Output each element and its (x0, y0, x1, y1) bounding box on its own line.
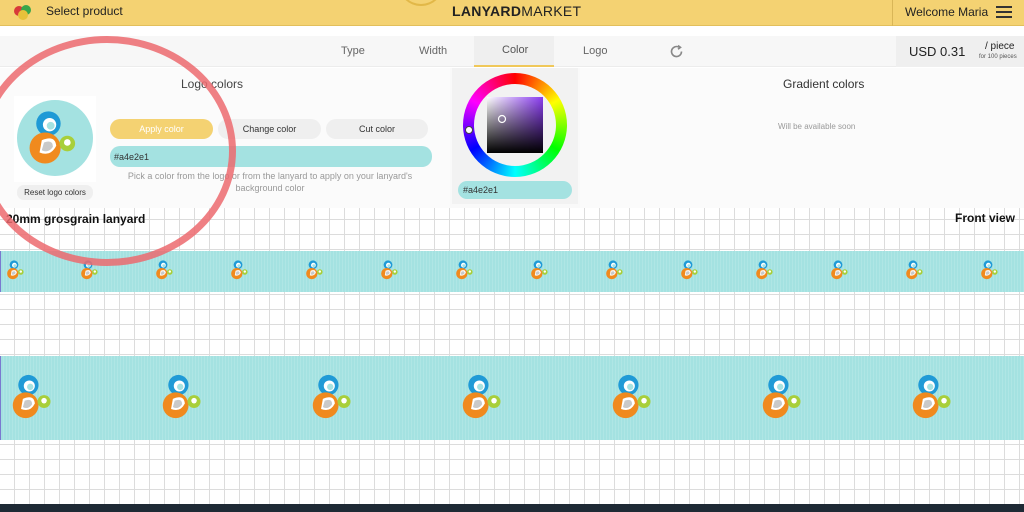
select-product-link[interactable]: Select product (46, 4, 123, 18)
price-amount: USD 0.31 (909, 44, 966, 59)
welcome-user[interactable]: Welcome Maria (905, 5, 988, 19)
brand-logo[interactable]: LANYARDMARKET (452, 3, 581, 19)
tab-logo[interactable]: Logo (583, 45, 607, 57)
strip-edge-small (0, 251, 1, 292)
tricolor-balloon-icon[interactable] (13, 4, 33, 22)
brand-logo-bold: LANYARD (452, 3, 522, 19)
hex-color-input[interactable] (110, 146, 432, 167)
apply-color-button[interactable]: Apply color (110, 119, 213, 139)
lanyard-strip-small[interactable] (0, 251, 1024, 292)
logo-preview[interactable] (14, 96, 96, 182)
lanyard-type-label: 20mm grosgrain lanyard (6, 212, 146, 226)
lanyard-strip-large[interactable] (0, 356, 1024, 440)
picker-hex-value[interactable]: #a4e2e1 (458, 181, 572, 199)
tab-color[interactable]: Color (502, 44, 528, 56)
price-note: for 100 pieces (979, 54, 1017, 60)
hamburger-icon[interactable] (996, 6, 1012, 19)
strip-edge-large (0, 356, 1, 440)
change-color-button[interactable]: Change color (218, 119, 321, 139)
refresh-icon[interactable] (669, 44, 684, 59)
gradient-colors-title: Gradient colors (783, 77, 865, 91)
cut-color-button[interactable]: Cut color (326, 119, 428, 139)
gradient-coming-soon: Will be available soon (778, 122, 856, 131)
price-unit: / piece (985, 41, 1015, 52)
header-divider (892, 0, 893, 26)
tab-width[interactable]: Width (419, 45, 447, 57)
brand-logo-rest: MARKET (521, 3, 582, 19)
footer-bar (0, 504, 1024, 512)
color-wheel[interactable] (463, 73, 567, 177)
logo-colors-title: Logo colors (181, 77, 244, 91)
reset-logo-colors-button[interactable]: Reset logo colors (17, 185, 93, 200)
pick-color-hint: Pick a color from the logo or from the l… (127, 171, 413, 193)
front-view-label: Front view (955, 211, 1016, 225)
tab-type[interactable]: Type (341, 45, 365, 57)
